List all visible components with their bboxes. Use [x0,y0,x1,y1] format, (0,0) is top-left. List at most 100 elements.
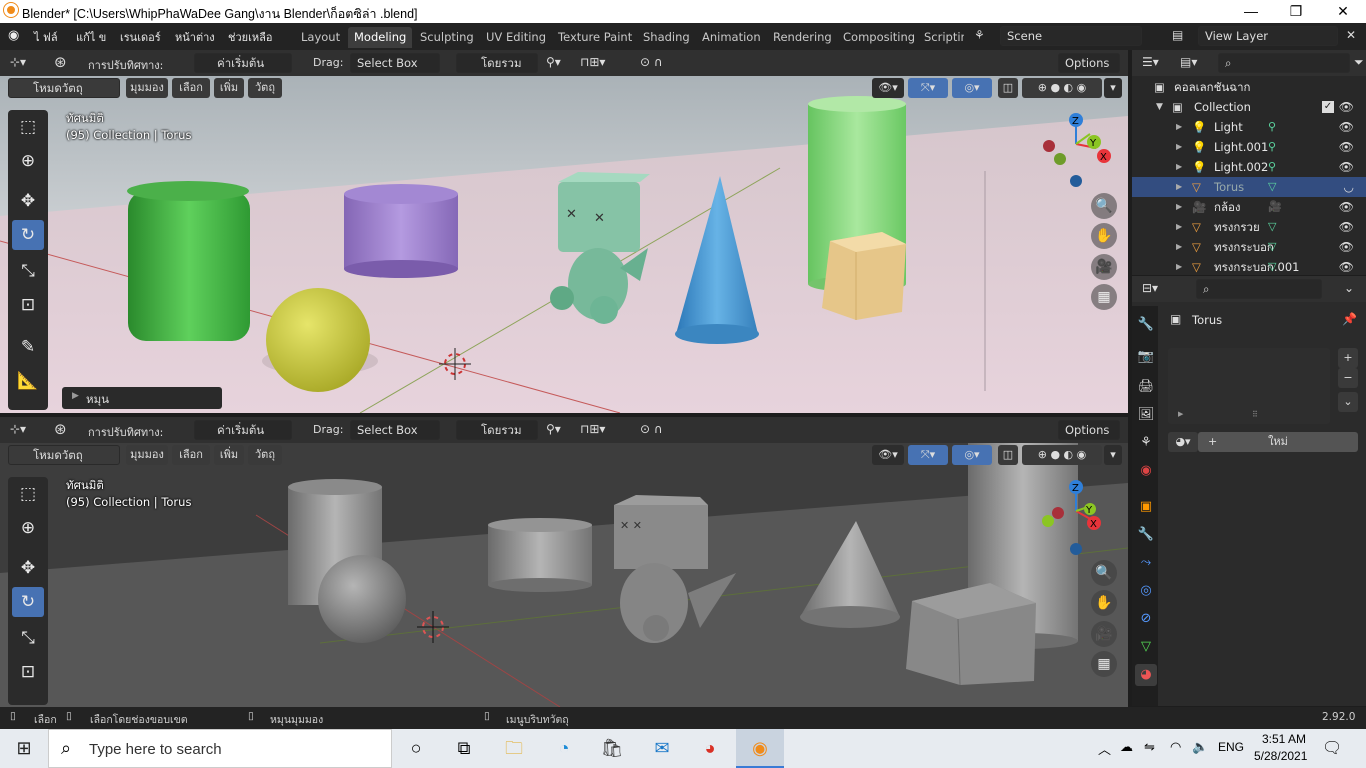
object-data-mesh-icon[interactable]: ▽ [1268,177,1276,197]
xray-button[interactable]: ◫ [998,445,1018,465]
material-browse-button[interactable]: ◕▾ [1168,432,1198,452]
eye-icon[interactable]: 👁 [1339,257,1354,277]
outliner-editor-type-icon[interactable]: ☰▾ [1142,55,1159,69]
properties-search-input[interactable]: ⌕ [1196,279,1322,299]
rotate-tool-icon[interactable]: ↻ [12,220,44,250]
chevron-down-icon[interactable]: ▼ [1156,97,1163,117]
mail-icon[interactable]: ✉ [638,729,686,768]
task-view-icon[interactable]: ⧉ [440,729,488,768]
snapping-icon[interactable]: ⊓⊞▾ [580,422,605,436]
menu-view[interactable]: มุมมอง [126,445,168,465]
blender-menu-icon[interactable]: ◉ [8,28,19,43]
object-data-mesh-icon[interactable]: ▽ [1268,237,1276,257]
shading-dropdown[interactable]: ▾ [1104,78,1122,98]
store-icon[interactable]: 🛍 [588,729,636,768]
annotate-tool-icon[interactable]: ✎ [12,332,44,362]
volume-icon[interactable]: 🔈 [1192,739,1208,755]
chevron-right-icon[interactable]: ▶ [1176,257,1182,277]
camera-view-icon[interactable]: 🎥 [1091,621,1117,647]
clock-date[interactable]: 5/28/2021 [1254,749,1307,763]
outliner-row-object[interactable]: ▶ 🎥 กล้อง 🎥 👁 [1132,197,1366,217]
rotate-tool-icon[interactable]: ↻ [12,587,44,617]
minimize-button[interactable]: — [1228,0,1274,23]
move-tool-icon[interactable]: ✥ [12,186,44,216]
select-box-tool-icon[interactable]: ⬚ [12,112,44,142]
scene-selector[interactable]: Scene [1000,26,1142,46]
menu-object[interactable]: วัตถุ [248,445,282,465]
outliner-row-object[interactable]: ▶ ▽ ทรงกระบอก ▽ 👁 [1132,237,1366,257]
eye-icon[interactable]: ◡ [1344,177,1354,197]
tab-layout[interactable]: Layout [295,27,346,48]
snapping-icon[interactable]: ⊓⊞▾ [580,55,605,69]
eye-icon[interactable]: 👁 [1339,157,1354,177]
editor-type-icon[interactable]: ⊹▾ [10,422,26,436]
transform-orientation-icon[interactable]: ⊛ [54,53,67,71]
taskbar-search-box[interactable]: ⌕ Type here to search [48,729,392,768]
viewport-bottom[interactable]: ✕ ✕ [0,443,1128,707]
visibility-button[interactable]: 👁▾ [872,78,904,98]
scene-tab-icon[interactable]: ⚘ [1135,432,1157,454]
pivot-dropdown[interactable]: โดยรวม [456,53,538,73]
close-button[interactable]: ✕ [1320,0,1366,23]
last-operator-panel[interactable]: ▶ หมุน [62,387,222,409]
navigation-gizmo-top[interactable]: Z X Y [1036,110,1116,190]
outliner-row-object[interactable]: ▶ 💡 Light.001 ⚲ 👁 [1132,137,1366,157]
outliner-row-collection[interactable]: ▼ ▣ Collection ✓ 👁 [1132,97,1366,117]
view-layer-icon[interactable]: ▤ [1172,28,1183,42]
edge-icon[interactable]: ◔ [540,729,588,768]
drag-dropdown[interactable]: Select Box [350,420,440,440]
chrome-icon[interactable]: ◕ [686,729,734,768]
chevron-right-icon[interactable]: ▶ [1176,137,1182,157]
cursor-tool-icon[interactable]: ⊕ [12,513,44,543]
outliner-row-object[interactable]: ▶ ▽ Torus ▽ ◡ [1132,177,1366,197]
snap-icon[interactable]: ⚲▾ [546,422,561,436]
file-explorer-icon[interactable]: 🗀 [490,729,538,768]
options-button[interactable]: Options [1058,53,1120,73]
drag-dropdown[interactable]: Select Box [350,53,440,73]
new-material-button[interactable]: + ใหม่ [1198,432,1358,452]
constraints-tab-icon[interactable]: ⊘ [1135,608,1157,630]
menu-object[interactable]: วัตถุ [248,78,282,98]
editor-type-icon[interactable]: ⊹▾ [10,55,26,69]
shading-dropdown[interactable]: ▾ [1104,445,1122,465]
cortana-icon[interactable]: ○ [392,729,440,768]
chevron-right-icon[interactable]: ▶ [1176,197,1182,217]
proportional-edit-icon[interactable]: ⊙ ∩ [640,55,663,69]
tab-modeling[interactable]: Modeling [348,27,413,48]
menu-window[interactable]: หน้าต่าง [175,28,215,46]
eye-icon[interactable]: 👁 [1339,217,1354,237]
eye-icon[interactable]: 👁 [1339,237,1354,257]
display-mode-icon[interactable]: ▤▾ [1180,55,1197,69]
mode-dropdown[interactable]: โหมดวัตถุ [8,78,120,98]
viewport-top[interactable]: ✕ ✕ [0,76,1128,413]
pivot-dropdown[interactable]: โดยรวม [456,420,538,440]
tab-sculpting[interactable]: Sculpting [414,27,480,48]
ortho-grid-icon[interactable]: ▦ [1091,651,1117,677]
transform-tool-icon[interactable]: ⊡ [12,290,44,320]
object-data-light-icon[interactable]: ⚲ [1268,137,1276,157]
language-indicator[interactable]: ENG [1218,740,1244,754]
resize-handle[interactable]: ⠿ [1252,410,1258,419]
remove-slot-button[interactable]: − [1338,368,1358,388]
tab-shading[interactable]: Shading [637,27,696,48]
collection-checkbox[interactable]: ✓ [1322,101,1334,113]
shading-modes[interactable]: ⊕ ● ◐ ◉ [1022,78,1102,98]
particles-tab-icon[interactable]: ⤳ [1135,552,1157,574]
slot-specials-button[interactable]: ⌄ [1338,392,1358,412]
pin-icon[interactable]: 📌 [1342,312,1357,326]
transform-orientation-icon[interactable]: ⊛ [54,420,67,438]
tab-compositing[interactable]: Compositing [837,27,921,48]
pan-hand-icon[interactable]: ✋ [1091,590,1117,616]
snap-icon[interactable]: ⚲▾ [546,55,561,69]
output-tab-icon[interactable]: 🖨 [1135,376,1157,398]
outliner-row-scene-collection[interactable]: ▣ คอลเลกชันฉาก [1132,77,1366,97]
outliner-search-input[interactable]: ⌕ [1218,53,1350,73]
object-data-camera-icon[interactable]: 🎥 [1268,197,1282,217]
orientation-dropdown[interactable]: ค่าเริ่มต้น [194,53,292,73]
tab-texture-paint[interactable]: Texture Paint [552,27,638,48]
wifi-icon[interactable]: ◠ [1170,739,1181,755]
data-tab-icon[interactable]: ▽ [1135,636,1157,658]
add-view-layer-icon[interactable]: ✕ [1346,28,1356,42]
properties-editor-type-icon[interactable]: ⊟▾ [1142,281,1158,295]
outliner-row-object[interactable]: ▶ 💡 Light.002 ⚲ 👁 [1132,157,1366,177]
